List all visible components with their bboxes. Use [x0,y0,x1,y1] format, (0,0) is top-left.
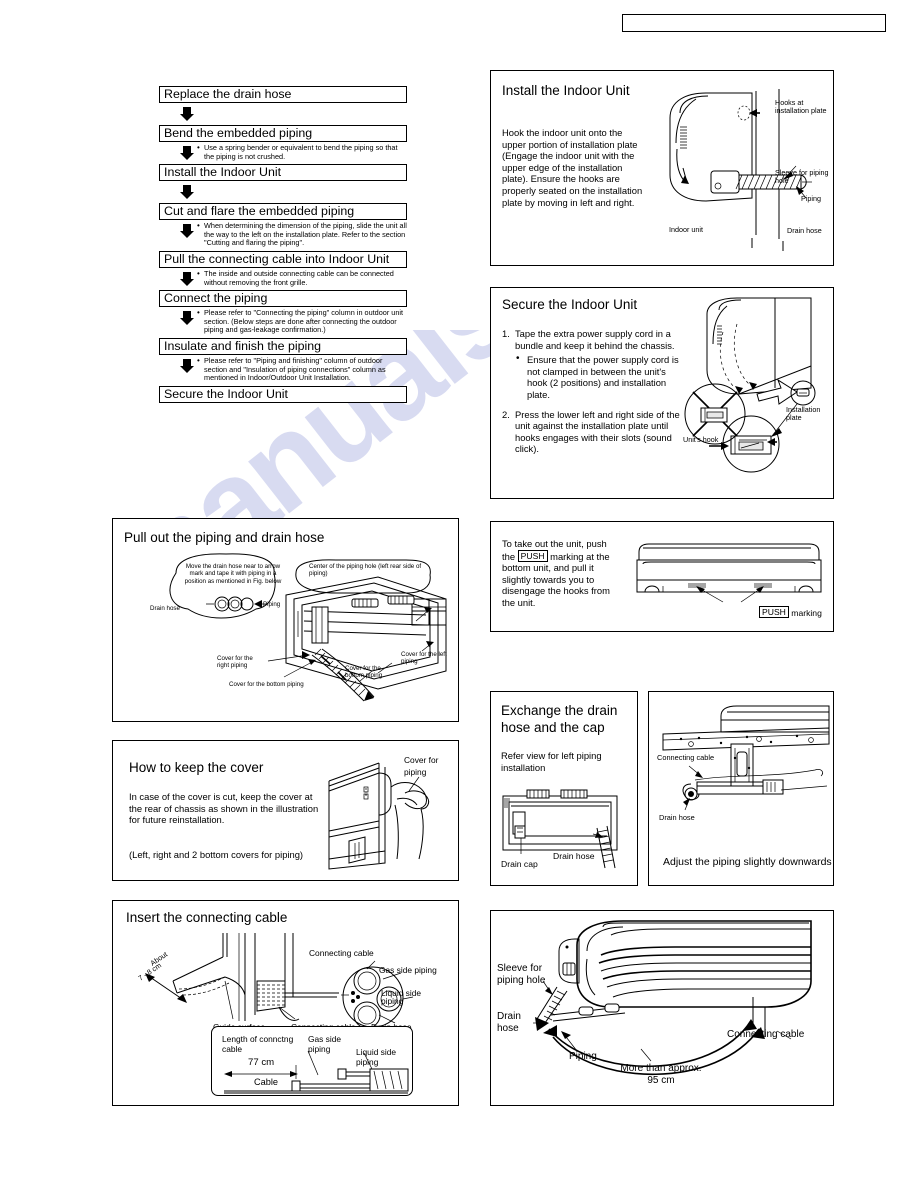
secure-step-1-bullet: • Ensure that the power supply cord is n… [516,353,679,400]
install-indoor-unit-body: Hook the indoor unit onto the upper port… [502,127,643,208]
install-indoor-unit-title: Install the Indoor Unit [502,83,630,98]
label-piping: Piping [263,601,281,608]
label-sleeve-for-piping-hole: Sleeve for piping hole [497,963,546,986]
flow-arrow-7: • Please refer to "Piping and finishing" … [159,355,407,386]
flow-step-5: Pull the connecting cable into Indoor Un… [159,250,407,268]
panel-insert-connecting-cable: Insert the connecting cable About 7 - 8 … [112,900,459,1106]
label-sleeve-for-piping-hole: Sleeve for piping hole [775,168,829,186]
flow-arrow-2: • Use a spring bender or equivalent to be… [159,142,407,164]
keep-cover-title: How to keep the cover [129,760,264,775]
flow-step-1: Replace the drain hose [159,86,407,103]
flow-arrow-5: • The inside and outside connecting cable… [159,268,407,290]
flow-step-3: Install the Indoor Unit [159,164,407,182]
label-drain-cap: Drain cap [501,859,538,869]
label-drain-hose: Drain hose [150,605,180,612]
panel-how-to-keep-cover: How to keep the cover In case of the cov… [112,740,459,881]
flow-arrow-1 [159,103,407,125]
label-cover-left-piping: Cover for the left piping [401,651,447,666]
label-piping: Piping [801,194,821,203]
secure-step-1-text: Tape the extra power supply cord in a bu… [515,328,675,351]
secure-indoor-unit-steps: 1. Tape the extra power supply cord in a… [502,328,682,461]
label-installation-plate: Installation plate [786,405,821,423]
adjust-piping-caption: Adjust the piping slightly downwards [663,856,832,868]
flow-step-7: Insulate and finish the piping [159,337,407,355]
push-tag-inline: PUSH [517,549,548,562]
label-drain-hose: Drain hose [659,813,695,822]
exchange-drain-subtitle: Refer view for left piping installation [501,750,602,773]
secure-step-2-number: 2. [502,408,510,420]
label-cover-bottom-piping-2: Cover for the bottom piping [345,665,383,680]
label-gas-side-piping: Gas side piping [379,965,437,975]
insert-cable-title: Insert the connecting cable [126,910,288,925]
panel-secure-indoor-unit: Secure the Indoor Unit 1. Tape the extra… [490,287,834,499]
push-marking-diagram [636,543,822,603]
label-drain-hose: Drain hose [497,1011,521,1034]
flow-note-4: • When determining the dimension of the p… [197,221,407,248]
label-hooks-at-installation-plate: Hooks at installation plate [775,98,827,116]
flow-note-2: • Use a spring bender or equivalent to be… [197,143,398,161]
page-header-box [622,14,886,32]
label-piping: Piping [569,1051,597,1062]
insert-cable-dimension-box: Length of connctng cable Gas side piping… [211,1026,413,1096]
label-liquid-side-piping: Liquid side piping [381,988,422,1007]
label-connecting-cable: Connecting cable [727,1029,805,1040]
flow-step-2: Bend the embedded piping [159,125,407,142]
panel-install-indoor-unit: Install the Indoor Unit Hook the indoor … [490,70,834,266]
flow-arrow-4: • When determining the dimension of the p… [159,220,407,251]
adjust-piping-diagram [662,705,830,811]
panel-push-marking: To take out the unit, push the PUSH mark… [490,521,834,632]
flow-note-6: • Please refer to "Connecting the piping"… [197,308,404,335]
bubble-move-drain-hose: Move the drain hose near to arrow mark a… [184,563,282,585]
secure-step-2: 2. Press the lower left and right side o… [502,409,682,455]
label-connecting-cable: Connecting cable [657,753,715,762]
exchange-drain-title: Exchange the drain hose and the cap [501,703,618,735]
label-cover-for-piping: Cover for piping [404,755,439,777]
push-tag-caption: PUSH [759,606,789,618]
label-units-hook: Unit's hook [683,435,719,444]
flow-arrow-6: • Please refer to "Connecting the piping"… [159,307,407,338]
label-cover-bottom-piping: Cover for the bottom piping [229,681,304,688]
secure-indoor-unit-diagram [684,297,816,473]
keep-cover-body: In case of the cover is cut, keep the co… [129,791,319,826]
flow-arrow-3 [159,181,407,203]
flow-step-6: Connect the piping [159,290,407,308]
panel-adjust-piping: Connecting cable Drain hose Adjust the p… [648,691,834,886]
insert-cable-dimension-diagram [224,1050,409,1094]
flow-step-4: Cut and flare the embedded piping [159,203,407,221]
flow-note-5: • The inside and outside connecting cable… [197,268,394,287]
label-drain-hose: Drain hose [787,226,822,235]
panel-exchange-drain-hose: Exchange the drain hose and the cap Refe… [490,691,638,886]
bubble-center-piping-hole: Center of the piping hole (left rear sid… [309,563,422,578]
flow-note-7: • Please refer to "Piping and finishing" … [197,355,386,383]
secure-indoor-unit-title: Secure the Indoor Unit [502,297,638,312]
label-more-than-95cm: More than approx. 95 cm [620,1063,702,1086]
secure-step-1: 1. Tape the extra power supply cord in a… [502,328,682,401]
label-cover-right-piping: Cover for the right piping [217,655,253,670]
secure-step-1-number: 1. [502,328,510,339]
flow-step-8: Secure the Indoor Unit [159,385,407,403]
panel-pull-out-piping: Pull out the piping and drain hose Move … [112,518,459,722]
panel-bottom-unit-overview: Sleeve for piping hole Drain hose Piping… [490,910,834,1106]
push-marking-caption: PUSH marking [759,606,822,618]
push-panel-text: To take out the unit, push the PUSH mark… [502,538,610,608]
bullet-icon: • [516,353,520,365]
pull-out-piping-title: Pull out the piping and drain hose [124,530,325,545]
label-drain-hose: Drain hose [553,851,595,861]
label-indoor-unit: Indoor unit [669,225,703,234]
label-connecting-cable-upper: Connecting cable [309,948,374,958]
manual-page: manualshive.com Replace the drain hose B… [0,0,918,1188]
installation-flowchart: Replace the drain hose Bend the embedded… [159,86,407,403]
keep-cover-footnote: (Left, right and 2 bottom covers for pip… [129,849,304,860]
secure-step-2-text: Press the lower left and right side of t… [515,408,680,455]
